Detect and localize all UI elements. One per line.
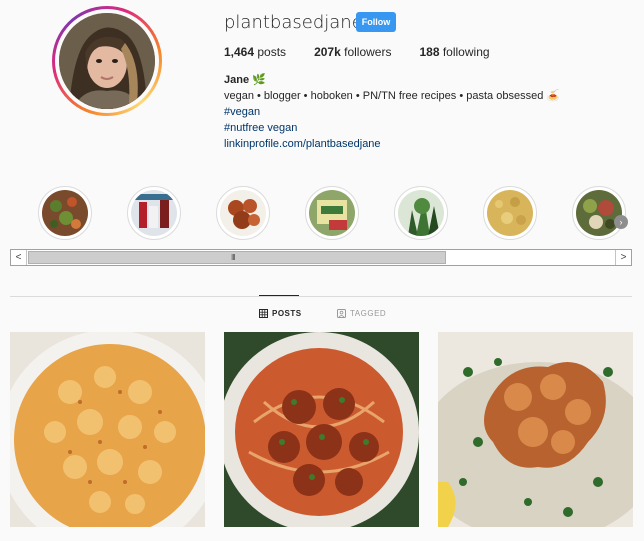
profile-avatar-ring[interactable] bbox=[52, 6, 162, 116]
tabs-divider bbox=[10, 296, 632, 297]
profile-bio: Jane 🌿 vegan • blogger • hoboken • PN/TN… bbox=[224, 72, 560, 152]
followers-label: followers bbox=[344, 45, 392, 59]
scrollbar-grip: III bbox=[231, 253, 236, 262]
bio-hashtag-nutfree[interactable]: #nutfree vegan bbox=[224, 120, 560, 136]
profile-stats: 1,464 posts 207k followers 188 following bbox=[224, 45, 518, 59]
avatar[interactable] bbox=[59, 13, 155, 109]
tab-tagged[interactable]: TAGGED bbox=[337, 309, 386, 318]
followers-stat[interactable]: 207k followers bbox=[314, 45, 391, 59]
tab-posts[interactable]: POSTS bbox=[259, 309, 302, 318]
posts-label: posts bbox=[257, 45, 287, 59]
following-count: 188 bbox=[419, 45, 440, 59]
grid-icon bbox=[259, 309, 268, 318]
post-spaghetti-meatballs[interactable] bbox=[224, 332, 419, 527]
highlight-rice[interactable] bbox=[483, 186, 537, 240]
highlight-product[interactable] bbox=[305, 186, 359, 240]
highlight-sauces[interactable] bbox=[127, 186, 181, 240]
post-cauliflower-rice[interactable] bbox=[438, 332, 633, 527]
following-stat[interactable]: 188 following bbox=[419, 45, 489, 59]
tab-posts-label: POSTS bbox=[272, 309, 302, 318]
posts-count: 1,464 bbox=[224, 45, 255, 59]
followers-count: 207k bbox=[314, 45, 341, 59]
highlights-scrollbar[interactable]: < III > bbox=[10, 249, 632, 266]
scrollbar-thumb[interactable]: III bbox=[28, 251, 446, 264]
bio-hashtag-vegan[interactable]: #vegan bbox=[224, 104, 560, 120]
bio-description: vegan • blogger • hoboken • PN/TN free r… bbox=[224, 90, 561, 102]
scroll-right-arrow-icon[interactable]: > bbox=[615, 250, 631, 265]
following-label: following bbox=[442, 45, 490, 59]
tab-tagged-label: TAGGED bbox=[350, 309, 387, 318]
posts-stat: 1,464 posts bbox=[224, 45, 286, 59]
highlight-salad[interactable] bbox=[38, 186, 92, 240]
post-mac-and-cheese[interactable] bbox=[10, 332, 205, 527]
highlight-bowl[interactable] bbox=[572, 186, 626, 240]
highlight-cauliflower[interactable] bbox=[216, 186, 270, 240]
tagged-user-icon bbox=[337, 309, 346, 318]
story-highlights bbox=[38, 186, 638, 240]
active-tab-indicator bbox=[259, 295, 299, 296]
profile-username: plantbasedjane bbox=[224, 12, 363, 33]
highlight-plants[interactable] bbox=[394, 186, 448, 240]
scroll-left-arrow-icon[interactable]: < bbox=[11, 250, 27, 265]
bio-link[interactable]: linkinprofile.com/plantbasedjane bbox=[224, 136, 560, 152]
highlights-next-arrow-icon[interactable]: › bbox=[614, 215, 628, 229]
follow-button[interactable]: Follow bbox=[356, 12, 396, 32]
bio-name: Jane 🌿 bbox=[224, 74, 266, 86]
